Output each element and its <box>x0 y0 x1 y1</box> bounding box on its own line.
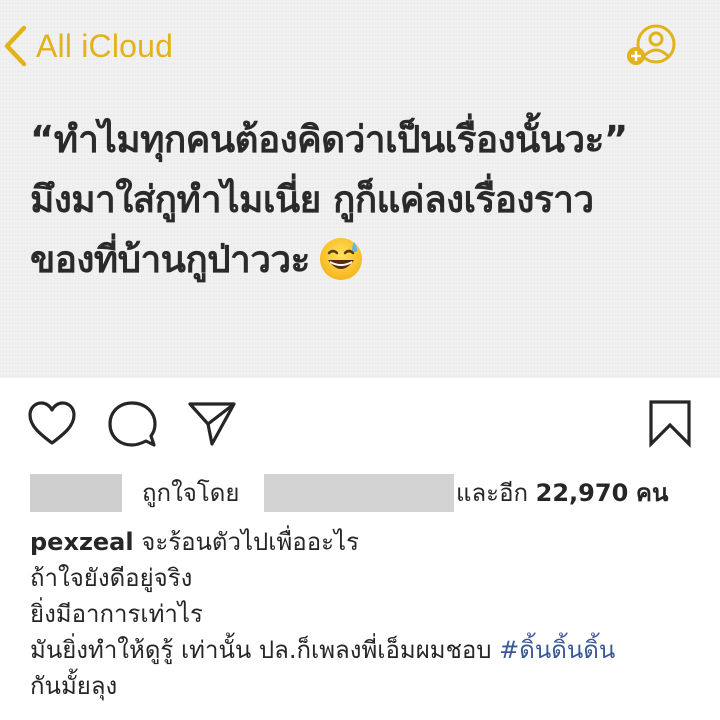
blurred-avatars <box>30 474 122 512</box>
like-button[interactable] <box>26 398 78 450</box>
comment-icon <box>108 401 157 447</box>
back-button[interactable]: All iCloud <box>2 22 173 70</box>
screenshot-frame: All iCloud “ทำไมทุกคนต้องคิดว่าเป็นเรื่อ… <box>0 0 720 720</box>
caption-username[interactable]: pexzeal <box>30 528 134 556</box>
caption-line: กันมั้ยลุง <box>30 672 118 700</box>
grinning-sweat-emoji-icon <box>319 238 362 280</box>
likes-unit: คน <box>635 479 669 507</box>
caption-text: มันยิ่งทำให้ดูรู้ เท่านั้น ปล.ก็เพลงพี่เ… <box>30 636 492 664</box>
add-person-icon <box>627 24 676 65</box>
note-text: “ทำไมทุกคนต้องคิดว่าเป็นเรื่องนั้นวะ” มึ… <box>30 110 710 290</box>
blurred-username[interactable] <box>264 474 454 512</box>
and-label: และอีก <box>456 479 529 507</box>
instagram-post: ถูกใจโดย และอีก 22,970 คน pexzeal จะร้อน… <box>0 378 720 720</box>
caption-text: จะร้อนตัวไปเพื่ออะไร <box>141 528 359 556</box>
hashtag-link[interactable]: #ดิ้นดิ้นดิ้น <box>499 636 615 664</box>
post-caption: pexzeal จะร้อนตัวไปเพื่ออะไร ถ้าใจยังดีอ… <box>30 524 710 704</box>
add-person-button[interactable] <box>624 22 680 70</box>
caption-line: pexzeal จะร้อนตัวไปเพื่ออะไร <box>30 524 710 560</box>
comment-button[interactable] <box>106 398 158 450</box>
caption-line: ถ้าใจยังดีอยู่จริง <box>30 564 193 592</box>
notes-screenshot: All iCloud “ทำไมทุกคนต้องคิดว่าเป็นเรื่อ… <box>0 0 720 378</box>
heart-icon <box>28 401 76 445</box>
liked-by-label: ถูกใจโดย <box>142 479 240 507</box>
note-line-text: ของที่บ้านกูป่าววะ <box>30 238 310 281</box>
note-line: “ทำไมทุกคนต้องคิดว่าเป็นเรื่องนั้นวะ” <box>30 118 628 161</box>
caption-line: ยิ่งมีอาการเท่าไร <box>30 600 203 628</box>
share-button[interactable] <box>186 398 238 450</box>
save-button[interactable] <box>644 398 696 450</box>
bookmark-icon <box>649 400 691 448</box>
caption-line: มันยิ่งทำให้ดูรู้ เท่านั้น ปล.ก็เพลงพี่เ… <box>30 632 710 668</box>
likes-summary: ถูกใจโดย และอีก 22,970 คน <box>30 474 710 514</box>
send-icon <box>188 402 236 446</box>
likes-number: 22,970 <box>535 479 629 507</box>
note-line-last: ของที่บ้านกูป่าววะ <box>30 230 710 290</box>
likes-count[interactable]: และอีก 22,970 คน <box>456 474 668 512</box>
chevron-left-icon <box>4 25 27 67</box>
back-label: All iCloud <box>36 27 174 64</box>
note-line: มึงมาใส่กูทำไมเนี่ย กูก็แค่ลงเรื่องราว <box>30 178 594 221</box>
